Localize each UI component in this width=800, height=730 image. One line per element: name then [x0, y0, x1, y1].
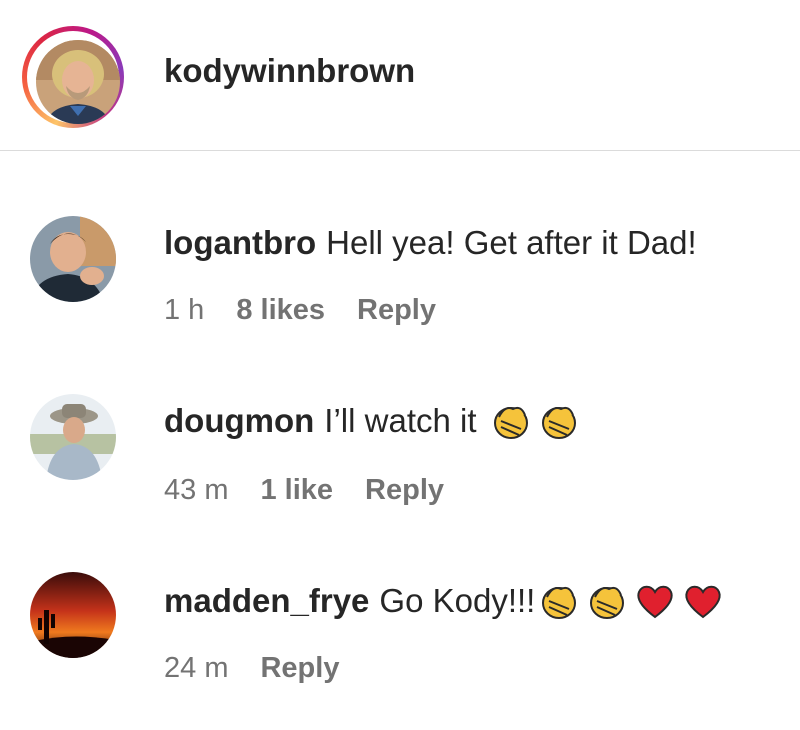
avatar[interactable] — [30, 216, 116, 302]
comment-username[interactable]: madden_frye — [164, 582, 369, 620]
header-username[interactable]: kodywinnbrown — [164, 52, 415, 90]
comment-text: I’ll watch it — [324, 402, 477, 439]
comment-likes[interactable]: 8 likes — [236, 294, 325, 327]
comment-likes[interactable]: 1 like — [260, 474, 333, 507]
comment-text-line: logantbro Hell yea! Get after it Dad! — [164, 220, 697, 266]
comment-meta: 1 h 8 likes Reply — [164, 290, 436, 330]
comment-meta: 43 m 1 like Reply — [164, 470, 444, 510]
comment-time: 1 h — [164, 293, 205, 326]
story-ring[interactable] — [22, 26, 124, 128]
red-heart-icon — [681, 579, 725, 623]
comment-username[interactable]: dougmon — [164, 402, 314, 440]
comment-text-line: madden_frye Go Kody!!! — [164, 576, 725, 626]
clapping-hands-icon — [537, 399, 581, 443]
clapping-hands-icon — [537, 579, 581, 623]
comment-text: Hell yea! Get after it Dad! — [326, 224, 697, 261]
comment-meta: 24 m Reply — [164, 648, 339, 688]
comment-text: Go Kody!!! — [379, 582, 536, 619]
clapping-hands-icon — [585, 579, 629, 623]
avatar[interactable] — [36, 40, 120, 124]
comment-username[interactable]: logantbro — [164, 224, 316, 262]
comment-time: 43 m — [164, 473, 229, 506]
avatar[interactable] — [30, 572, 116, 658]
post-header: kodywinnbrown — [0, 0, 800, 151]
reply-button[interactable]: Reply — [365, 474, 444, 507]
red-heart-icon — [633, 579, 677, 623]
avatar[interactable] — [30, 394, 116, 480]
comment-time: 24 m — [164, 651, 229, 684]
reply-button[interactable]: Reply — [357, 294, 436, 327]
clapping-hands-icon — [489, 399, 533, 443]
comment-text-line: dougmon I’ll watch it — [164, 396, 581, 446]
reply-button[interactable]: Reply — [260, 652, 339, 685]
